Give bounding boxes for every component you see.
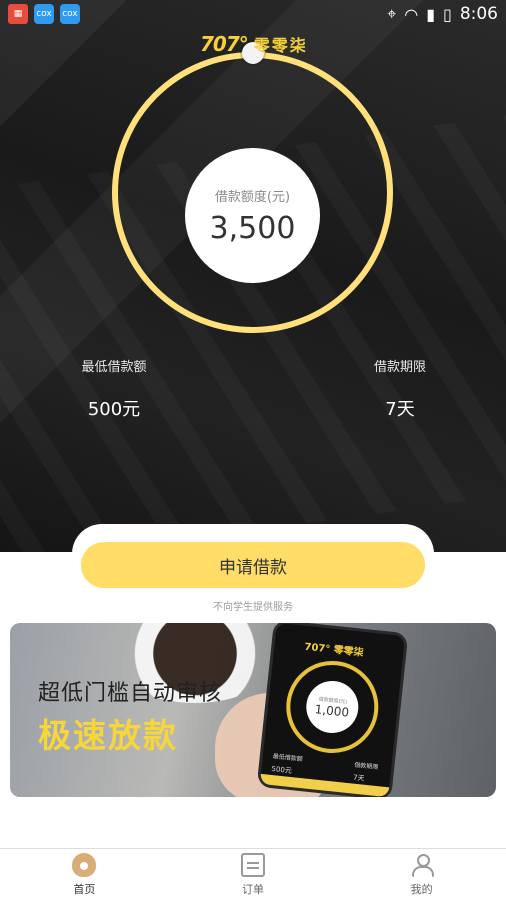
nav-home[interactable]: 首页 [0,849,169,901]
user-icon [410,853,434,877]
min-amount-info: 最低借款额 500元 [76,356,152,421]
apply-loan-button[interactable]: 申请借款 [81,542,425,588]
wifi-icon: ◠ [404,4,419,24]
nav-me[interactable]: 我的 [337,849,506,901]
status-time: 8:06 [459,4,498,24]
nav-me-label: 我的 [410,883,433,896]
banner-subtitle: 超低门槛自动审核 [38,681,223,706]
app-logo: 707° 零零柒 [200,32,308,56]
cox-app-icon: cox [60,4,80,24]
banner-title: 极速放款 [38,716,178,755]
amount-display: 借款额度(元) 3,500 [185,148,320,283]
loan-term-value: 7天 [385,399,415,420]
min-amount-value: 500元 [87,399,141,420]
student-note: 不向学生提供服务 [213,602,293,613]
status-apps: ▦ cox cox [8,4,80,24]
loan-term-label: 借款期限 [373,360,426,375]
nav-orders[interactable]: 订单 [169,849,338,901]
nav-home-label: 首页 [73,883,96,896]
signal-icon: ▮ [426,4,435,24]
logo-mark: 707° [200,32,249,56]
news-app-icon: ▦ [8,4,28,24]
phone-term-info: 借款期限 7天 [353,760,379,785]
phone-min-label: 最低借款额 [272,753,304,764]
phone-logo: 707° 零零柒 [303,641,365,659]
loan-term-info: 借款期限 7天 [370,356,430,421]
promo-banner[interactable]: 超低门槛自动审核 极速放款 707° 零零柒 借款额度(元) 1,000 最低借… [10,623,496,797]
bottom-nav: 首页 订单 我的 [0,848,506,901]
battery-charging-icon: ▯ [443,4,452,24]
home-icon [72,853,97,877]
nav-orders-label: 订单 [242,883,264,896]
amount-dial[interactable]: 借款额度(元) 3,500 [112,42,393,333]
min-amount-label: 最低借款额 [81,360,147,375]
hero-section: ▦ cox cox ⌖ ◠ ▮ ▯ 8:06 707° 零零柒 借款额度(元) … [0,0,506,552]
status-bar: ▦ cox cox ⌖ ◠ ▮ ▯ 8:06 [0,0,506,28]
orders-icon [241,853,265,877]
amount-value: 3,500 [209,210,296,246]
location-icon: ⌖ [387,4,397,23]
amount-label: 借款额度(元) [214,189,291,205]
phone-min-info: 最低借款额 500元 [271,751,303,777]
phone-mockup: 707° 零零柒 借款额度(元) 1,000 最低借款额 500元 借款期限 7… [256,623,409,797]
status-right: ⌖ ◠ ▮ ▯ 8:06 [387,4,498,24]
cox-app-icon: cox [34,4,54,24]
phone-amount-value: 1,000 [314,701,350,720]
phone-term-label: 借款期限 [353,761,379,772]
logo-text: 零零柒 [253,36,308,55]
